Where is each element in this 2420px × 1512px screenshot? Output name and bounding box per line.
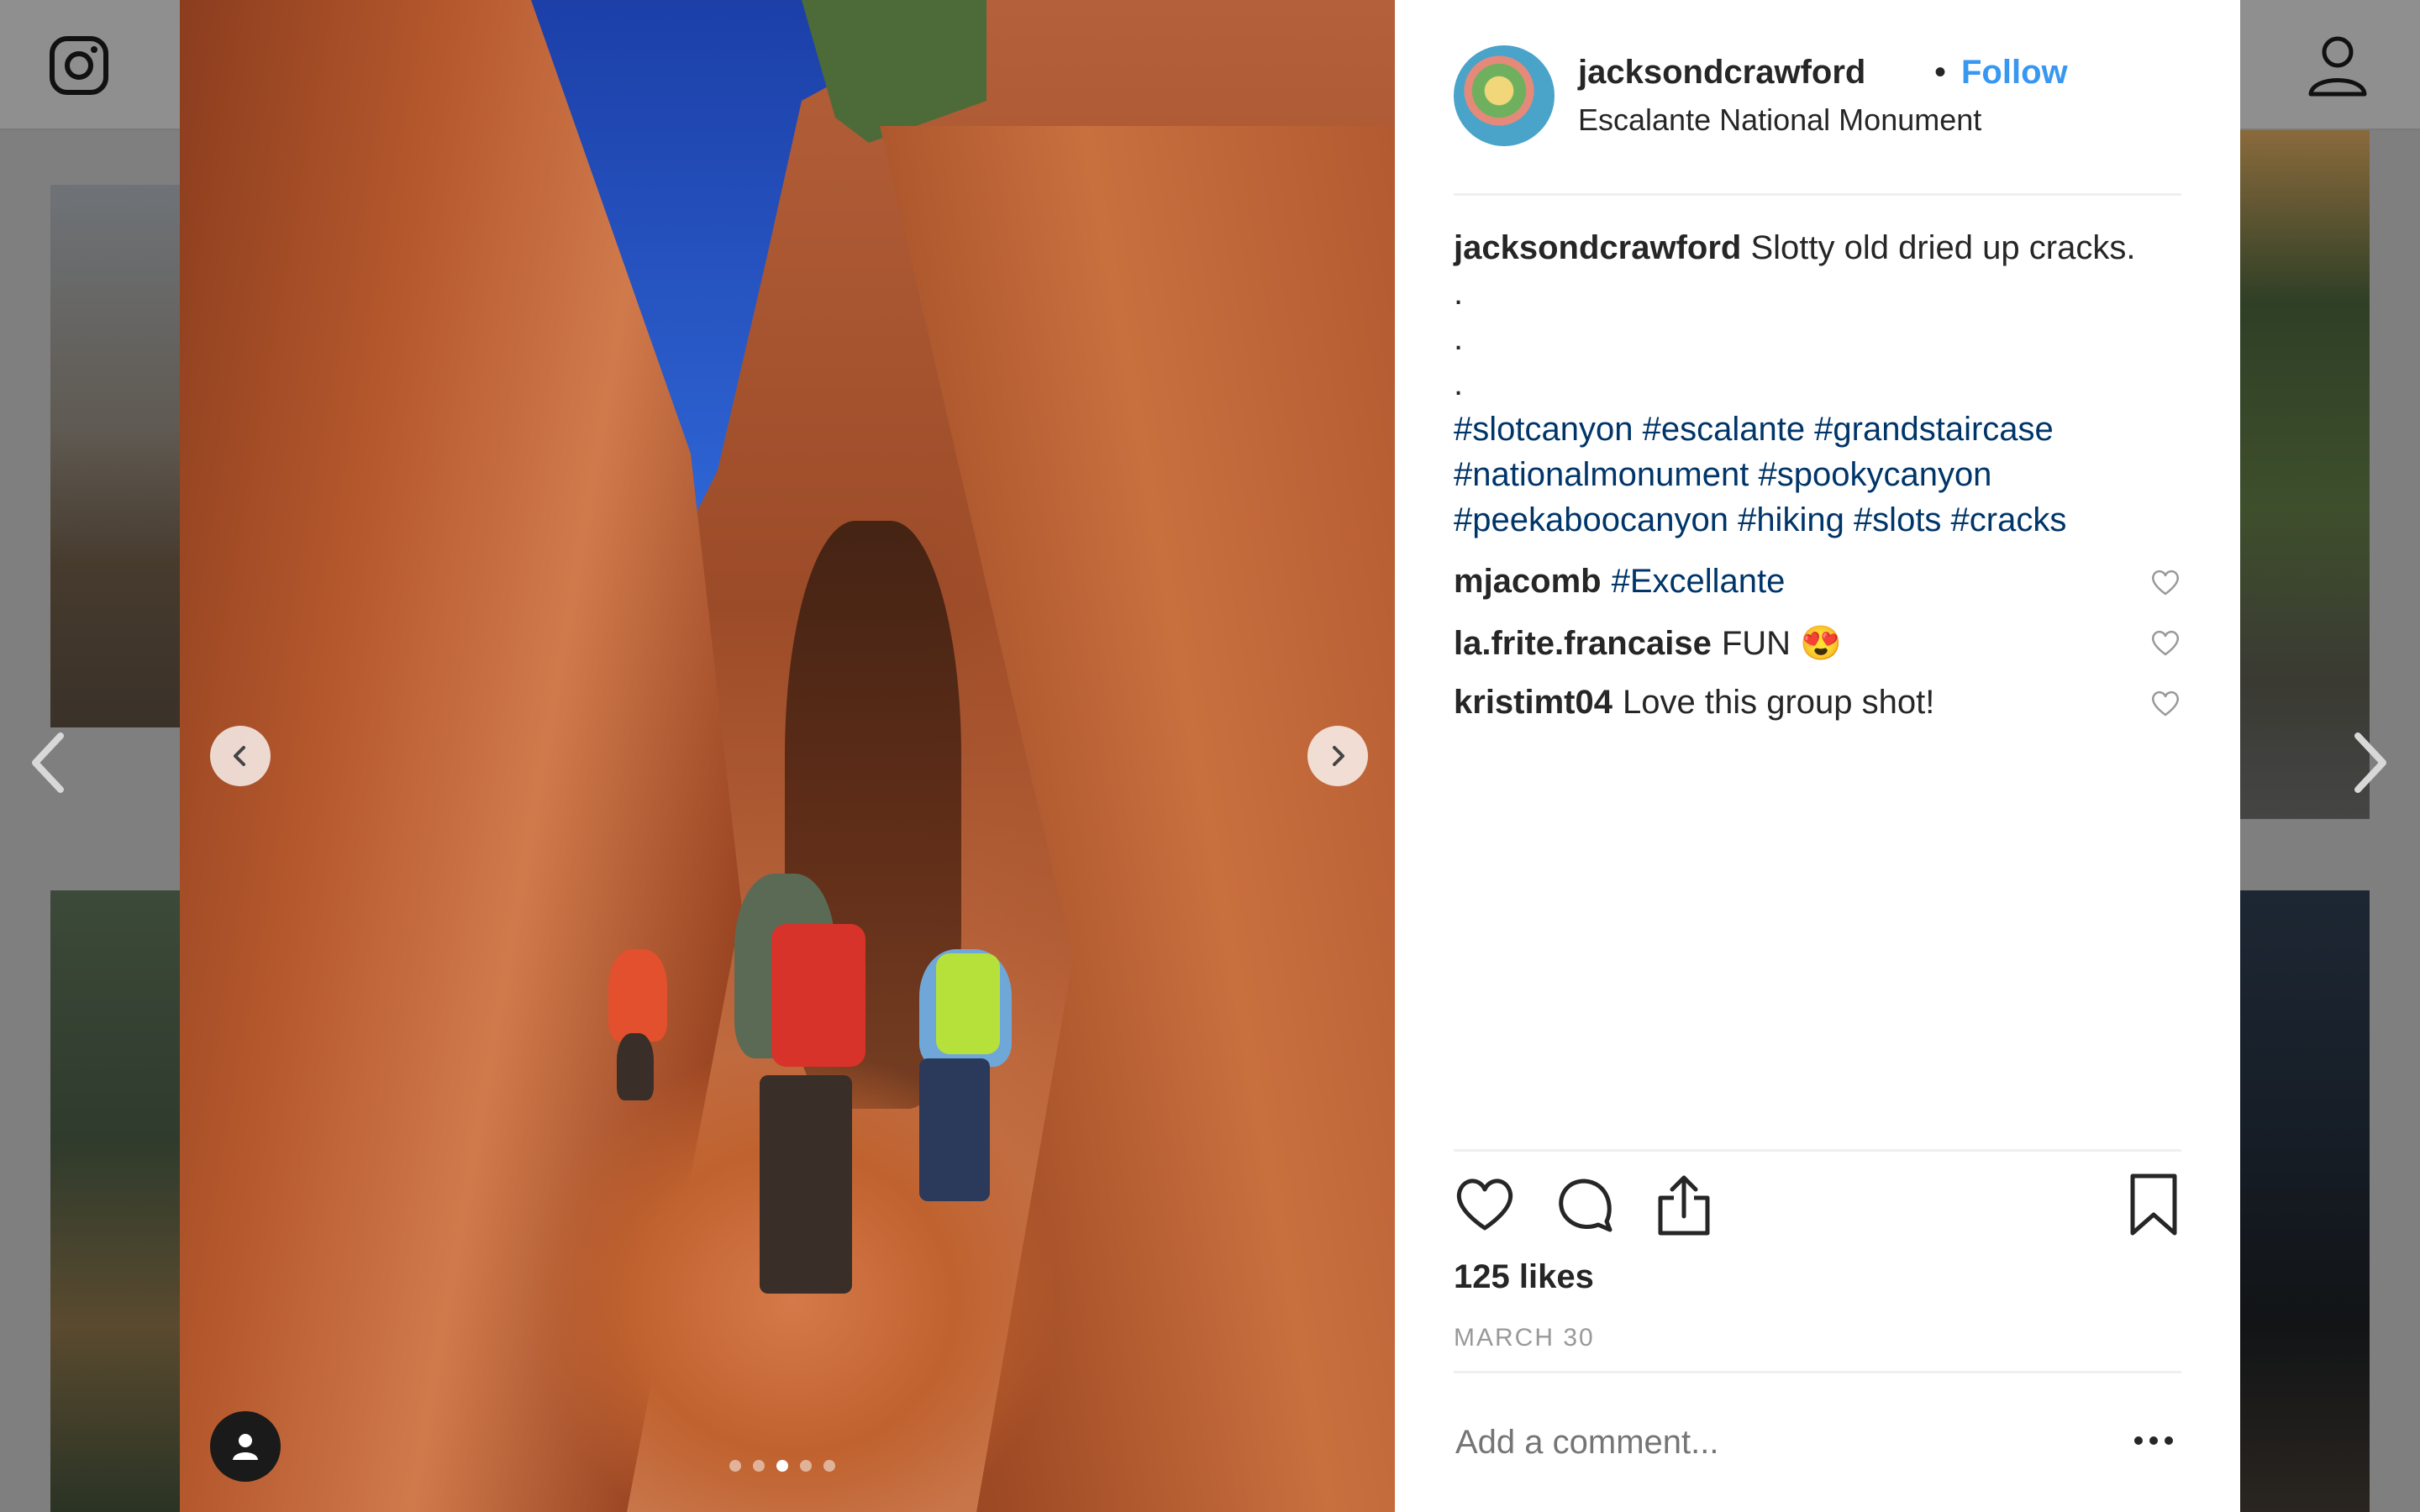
add-comment-input[interactable] [1454,1423,2045,1462]
background-post-thumbnail [2238,890,2370,1512]
comment-like-heart-icon[interactable] [2149,627,2181,659]
photo-next-button[interactable] [1307,726,1368,786]
post-caption: jacksondcrawford Slotty old dried up cra… [1454,225,2181,543]
comment-icon[interactable] [1555,1174,1615,1235]
hiker-legs [760,1075,852,1294]
hiker-legs [617,1033,654,1100]
comment-like-heart-icon[interactable] [2149,566,2181,598]
bookmark-icon[interactable] [2128,1173,2180,1236]
chevron-left-icon [234,746,245,766]
comment-text: Love this group shot! [1622,684,1935,721]
header-divider [1454,193,2181,196]
background-post-thumbnail [2238,130,2370,819]
comment-row: kristimt04 Love this group shot! [1454,684,2181,722]
comment-username[interactable]: kristimt04 [1454,684,1612,721]
comment-row: la.frite.francaise FUN 😍 [1454,623,2181,663]
comment-username[interactable]: la.frite.francaise [1454,625,1712,662]
share-icon[interactable] [1655,1173,1712,1236]
post-detail-panel: jacksondcrawford • Follow Escalante Nati… [1395,0,2240,1512]
more-dot [2149,1436,2158,1445]
follow-button[interactable]: Follow [1961,54,2068,92]
user-tag-icon [233,1434,258,1460]
actions-divider [1454,1149,2181,1152]
tagged-users-button[interactable] [210,1411,281,1482]
next-post-chevron-right-icon[interactable] [2344,729,2395,796]
hiker-red-backpack [771,924,865,1067]
instagram-logo-icon[interactable] [49,35,109,96]
likes-count[interactable]: 125 likes [1454,1258,1594,1296]
more-dot [2134,1436,2143,1445]
caption-hashtags[interactable]: #slotcanyon #escalante #grandstaircase [1454,407,2181,452]
post-photo[interactable] [180,0,1395,1512]
comment-text[interactable]: #Excellante [1612,563,1786,600]
caption-hashtags[interactable]: #peekaboocanyon #hiking #slots #cracks [1454,497,2181,543]
comment-username[interactable]: mjacomb [1454,563,1602,600]
photo-previous-button[interactable] [210,726,271,786]
caption-dot: . [1454,365,1464,402]
caption-dot: . [1454,320,1464,357]
more-options-icon[interactable] [2134,1428,2181,1453]
carousel-dot [823,1460,835,1472]
carousel-dot [753,1460,765,1472]
post-date: MARCH 30 [1454,1324,1595,1352]
comment-row: mjacomb #Excellante [1454,563,2181,601]
post-actions [1454,1173,2181,1240]
caption-text: Slotty old dried up cracks. [1750,229,2136,266]
previous-post-chevron-left-icon[interactable] [24,729,74,796]
more-dot [2165,1436,2173,1445]
caption-username[interactable]: jacksondcrawford [1454,229,1741,266]
post-location[interactable]: Escalante National Monument [1578,102,1981,138]
comment-divider [1454,1371,2181,1373]
chevron-right-icon [1333,746,1344,766]
carousel-indicator [729,1460,835,1472]
caption-hashtags[interactable]: #nationalmonument #spookycanyon [1454,452,2181,497]
separator-dot: • [1934,54,1947,91]
carousel-dot [800,1460,812,1472]
hiker-legs [919,1058,990,1201]
carousel-dot [776,1460,788,1472]
hiker-green-backpack [936,953,1000,1054]
profile-icon[interactable] [2304,32,2371,99]
background-post-thumbnail [50,185,185,727]
comment-like-heart-icon[interactable] [2149,687,2181,719]
post-header: jacksondcrawford • Follow Escalante Nati… [1454,45,2181,150]
like-heart-icon[interactable] [1454,1174,1516,1233]
background-post-thumbnail [50,890,185,1512]
comment-text: FUN 😍 [1721,625,1842,662]
avatar[interactable] [1454,45,1555,146]
caption-dot: . [1454,275,1464,312]
carousel-dot [729,1460,741,1472]
post-username[interactable]: jacksondcrawford [1578,54,1865,92]
hiker [608,949,667,1042]
